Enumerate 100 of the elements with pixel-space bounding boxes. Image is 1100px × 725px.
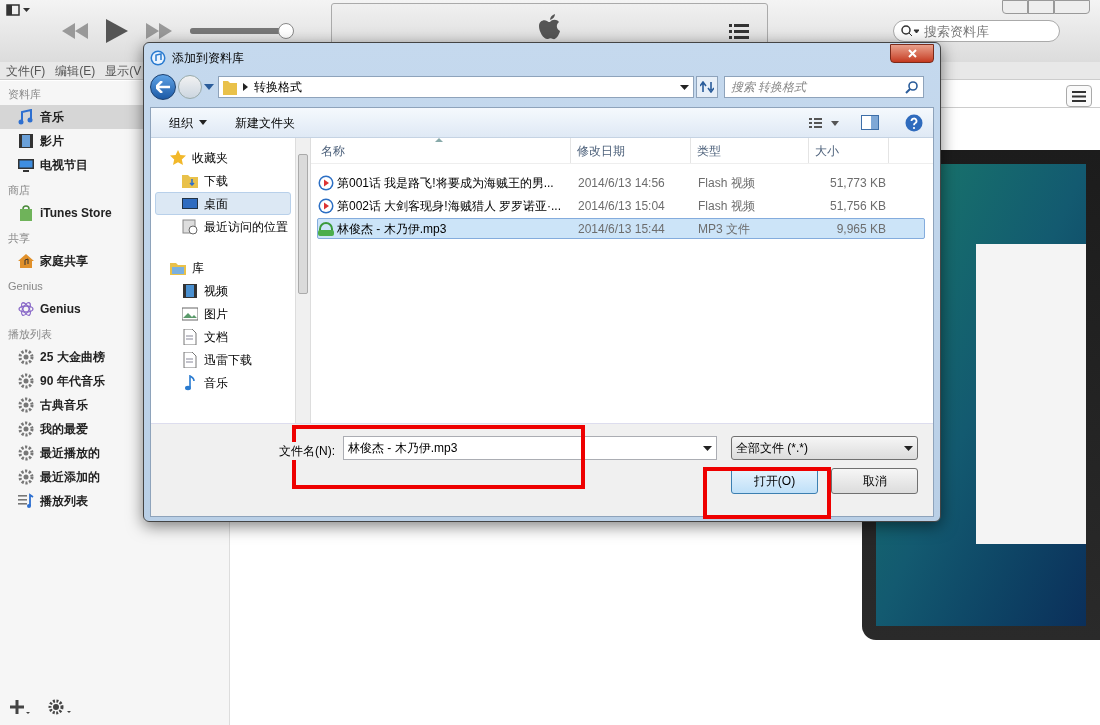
clock-icon — [182, 218, 198, 235]
column-header[interactable]: 大小 — [809, 138, 889, 163]
film-icon — [18, 133, 34, 149]
file-type: MP3 文件 — [697, 220, 751, 238]
nav-item[interactable]: 库 — [155, 256, 291, 279]
list-icon[interactable] — [729, 24, 749, 39]
headphones-icon — [318, 220, 334, 237]
caret-icon — [243, 83, 248, 91]
play-icon[interactable] — [106, 19, 128, 43]
nav-item[interactable]: 图片 — [155, 302, 291, 325]
search-icon — [905, 81, 918, 94]
gear-icon — [18, 397, 34, 413]
sidebar-item[interactable]: 古典音乐 — [0, 393, 229, 417]
menu-item[interactable]: 编辑(E) — [55, 61, 96, 80]
dropdown-arrow-icon[interactable] — [680, 84, 689, 90]
nav-item[interactable]: 音乐 — [155, 371, 291, 394]
file-size: 9,965 KB — [835, 220, 886, 238]
file-size: 51,756 KB — [828, 197, 886, 215]
play-icon — [318, 197, 334, 214]
menu-item[interactable]: 文件(F) — [6, 61, 46, 80]
folder-icon — [182, 172, 198, 189]
nav-item[interactable]: 迅雷下载 — [155, 348, 291, 371]
address-bar[interactable]: 转换格式 — [218, 76, 694, 98]
column-header[interactable]: 类型 — [691, 138, 809, 163]
dropdown-arrow-icon — [904, 445, 913, 451]
file-name: 第002话 大剑客现身!海贼猎人 罗罗诺亚·... — [337, 197, 562, 215]
sidebar-item[interactable]: 最近添加的 — [0, 465, 229, 489]
nav-item[interactable]: 最近访问的位置 — [155, 215, 291, 238]
nav-item[interactable]: 桌面 — [155, 192, 291, 215]
scrollbar[interactable] — [295, 138, 311, 423]
file-size: 51,773 KB — [828, 174, 886, 192]
sidebar-toggle-icon[interactable] — [6, 4, 32, 16]
file-date: 2014/6/13 14:56 — [577, 174, 666, 192]
gear-icon — [18, 349, 34, 365]
shopping-bag-icon — [18, 205, 34, 221]
gear-icon — [18, 445, 34, 461]
nav-item[interactable]: 下载 — [155, 169, 291, 192]
file-name: 林俊杰 - 木乃伊.mp3 — [337, 220, 447, 238]
gear-icon — [18, 421, 34, 437]
music-note-icon — [150, 50, 166, 66]
filename-label: 文件名(N): — [279, 442, 335, 460]
gear-icon — [18, 469, 34, 485]
search-field[interactable]: 搜索 转换格式 — [724, 76, 924, 98]
file-row[interactable]: 第002话 大剑客现身!海贼猎人 罗罗诺亚·... 2014/6/13 15:04 Flash 视频 51,756 KB — [317, 195, 925, 216]
house-icon — [18, 253, 34, 269]
new-folder-button[interactable]: 新建文件夹 — [227, 111, 303, 134]
gear-icon[interactable] — [48, 698, 72, 716]
sidebar-item[interactable]: 播放列表 — [0, 489, 229, 513]
nav-item[interactable]: 文档 — [155, 325, 291, 348]
add-icon[interactable] — [10, 699, 30, 715]
document-icon — [182, 328, 198, 345]
file-row[interactable]: 林俊杰 - 木乃伊.mp3 2014/6/13 15:44 MP3 文件 9,965 KB — [317, 218, 925, 239]
music-note-icon — [182, 374, 198, 391]
next-icon[interactable] — [146, 23, 172, 39]
document-icon — [182, 351, 198, 368]
play-icon — [318, 174, 334, 191]
menu-icon — [1072, 90, 1086, 102]
section-title: 商店 — [8, 183, 30, 197]
list-icon — [18, 493, 34, 509]
filename-field[interactable]: 林俊杰 - 木乃伊.mp3 — [343, 436, 717, 460]
nav-item[interactable]: 视频 — [155, 279, 291, 302]
caret-icon — [199, 120, 207, 125]
menu-item[interactable]: 显示(V — [105, 61, 142, 80]
file-date: 2014/6/13 15:04 — [577, 197, 666, 215]
file-type-dropdown[interactable]: 全部文件 (*.*) — [731, 436, 918, 460]
column-header[interactable]: 修改日期 — [571, 138, 691, 163]
search-icon — [901, 25, 919, 37]
search-field[interactable]: 搜索资料库 — [893, 20, 1060, 42]
star-icon — [170, 149, 186, 166]
view-options-icon[interactable] — [809, 116, 839, 129]
left-arrow-icon — [156, 81, 170, 93]
gear-icon — [18, 373, 34, 389]
sidebar-item[interactable]: 我的最爱 — [0, 417, 229, 441]
sort-arrow-icon — [435, 138, 443, 142]
file-name: 第001话 我是路飞!将要成为海贼王的男... — [337, 174, 554, 192]
volume-thumb[interactable] — [278, 23, 294, 39]
sidebar-item[interactable]: 最近播放的 — [0, 441, 229, 465]
section-title: Genius — [8, 279, 43, 293]
close-button[interactable] — [890, 44, 934, 63]
music-note-icon — [18, 109, 34, 125]
file-type: Flash 视频 — [697, 174, 756, 192]
preview-pane-icon[interactable] — [861, 115, 879, 130]
back-button[interactable] — [150, 74, 176, 100]
folder-icon — [223, 79, 237, 95]
close-icon — [907, 49, 917, 58]
help-icon[interactable] — [905, 113, 923, 132]
picture-icon — [182, 305, 198, 322]
refresh-button[interactable] — [696, 76, 718, 98]
monitor-icon — [18, 157, 34, 173]
apple-logo-icon — [538, 14, 562, 42]
dialog-title: 添加到资料库 — [172, 50, 244, 67]
film-icon — [182, 282, 198, 299]
cancel-button[interactable]: 取消 — [831, 468, 918, 494]
dropdown-arrow-icon[interactable] — [703, 446, 712, 451]
file-row[interactable]: 第001话 我是路飞!将要成为海贼王的男... 2014/6/13 14:56 Flash 视频 51,773 KB — [317, 172, 925, 193]
atom-icon — [18, 301, 34, 317]
menu-button[interactable] — [1066, 85, 1092, 107]
refresh-icon — [700, 81, 714, 93]
monitor-icon — [182, 195, 198, 212]
section-title: 共享 — [8, 231, 30, 245]
